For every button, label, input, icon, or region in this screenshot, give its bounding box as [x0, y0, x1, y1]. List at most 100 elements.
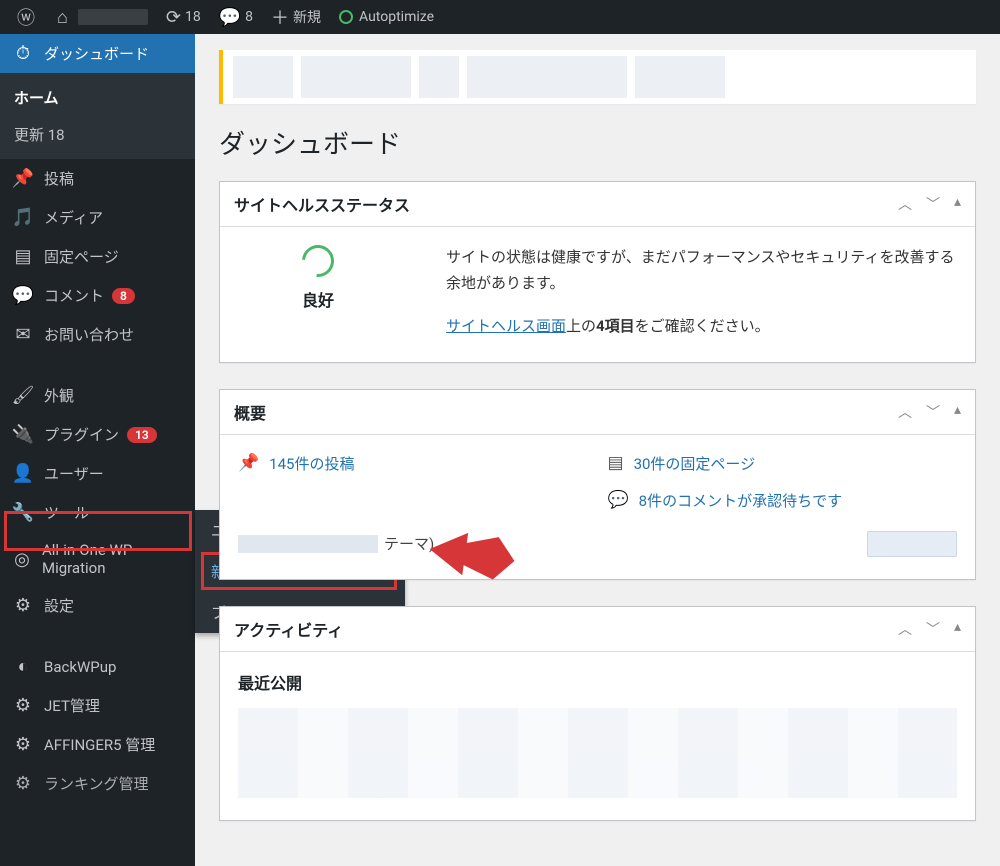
gear-icon: ⚙ — [12, 695, 34, 716]
health-desc2-after: をご確認ください。 — [635, 317, 770, 335]
overview-posts-label: 145件の投稿 — [269, 453, 354, 474]
backup-icon: ◐ — [12, 656, 34, 677]
site-health-link[interactable]: サイトヘルス画面 — [446, 317, 566, 335]
move-down-icon[interactable]: ﹀ — [926, 402, 940, 422]
submenu-home[interactable]: ホーム — [0, 79, 195, 116]
overview-theme-row: テーマ) — [238, 531, 957, 557]
wordpress-icon: ⓦ — [17, 4, 35, 30]
updates-badge: 18 — [48, 126, 65, 144]
menu-dashboard-label: ダッシュボード — [44, 43, 149, 64]
menu-media[interactable]: 🎵メディア — [0, 198, 195, 237]
gear-icon: ⚙ — [12, 773, 34, 794]
menu-backwpup-label: BackWPup — [44, 658, 116, 676]
submenu-updates[interactable]: 更新 18 — [0, 116, 195, 153]
move-down-icon[interactable]: ﹀ — [926, 194, 940, 214]
health-desc-text: サイトの状態は健康ですが、まだパフォーマンスやセキュリティを改善する余地がありま… — [446, 245, 957, 296]
menu-contact-label: お問い合わせ — [44, 324, 134, 345]
menu-contact[interactable]: ✉ お問い合わせ — [0, 315, 195, 354]
theme-name-redacted — [238, 535, 378, 553]
wrench-icon: 🔧 — [12, 502, 34, 523]
menu-appearance[interactable]: 🖌外観 — [0, 376, 195, 415]
menu-pages-label: 固定ページ — [44, 246, 119, 267]
panel-controls: ︿ ﹀ ▴ — [898, 402, 961, 422]
refresh-icon: ⟳ — [166, 7, 181, 28]
panel-controls: ︿ ﹀ ▴ — [898, 619, 961, 639]
comment-icon: 💬 — [12, 285, 34, 306]
autoptimize-item[interactable]: Autoptimize — [330, 0, 443, 34]
panel-title: 概要 — [234, 400, 266, 424]
toggle-icon[interactable]: ▴ — [954, 402, 961, 422]
media-icon: 🎵 — [12, 207, 34, 228]
user-icon: 👤 — [12, 463, 34, 484]
health-circle-icon — [295, 238, 340, 283]
notice-banner[interactable] — [219, 50, 976, 104]
comments-count: 8 — [245, 9, 253, 25]
dashboard-submenu: ホーム 更新 18 — [0, 73, 195, 159]
gauge-icon: ⏱ — [12, 43, 34, 64]
toggle-icon[interactable]: ▴ — [954, 194, 961, 214]
overview-posts[interactable]: 📌 145件の投稿 — [238, 453, 588, 474]
menu-tools[interactable]: 🔧ツール — [0, 493, 195, 532]
panel-activity: アクティビティ ︿ ﹀ ▴ 最近公開 — [219, 606, 976, 821]
panel-title: サイトヘルスステータス — [234, 192, 410, 216]
admin-sidebar: ⏱ ダッシュボード ホーム 更新 18 📌投稿 🎵メディア ▤固定ページ 💬 コメ… — [0, 34, 195, 866]
sliders-icon: ⚙ — [12, 595, 34, 616]
overview-pages[interactable]: ▤30件の固定ページ — [608, 453, 958, 474]
move-up-icon[interactable]: ︿ — [898, 402, 912, 422]
home-icon: ⌂ — [57, 7, 68, 28]
updates-count: 18 — [185, 9, 201, 25]
menu-settings[interactable]: ⚙設定 — [0, 586, 195, 625]
overview-comments-label: 8件のコメントが承認待ちです — [639, 490, 842, 511]
pin-icon: 📌 — [12, 168, 34, 189]
panel-body: 📌 145件の投稿 ▤30件の固定ページ 💬 8件のコメントが承認待ちです テーマ) — [220, 435, 975, 579]
wp-logo[interactable]: ⓦ — [8, 0, 48, 34]
menu-jet[interactable]: ⚙JET管理 — [0, 686, 195, 725]
overview-grid: 📌 145件の投稿 ▤30件の固定ページ 💬 8件のコメントが承認待ちです — [238, 453, 957, 511]
disc-icon: ◎ — [12, 549, 32, 570]
menu-posts[interactable]: 📌投稿 — [0, 159, 195, 198]
move-up-icon[interactable]: ︿ — [898, 194, 912, 214]
menu-backwpup[interactable]: ◐ BackWPup — [0, 647, 195, 686]
menu-pages[interactable]: ▤固定ページ — [0, 237, 195, 276]
comments-badge: 8 — [112, 288, 135, 304]
menu-users[interactable]: 👤 ユーザー — [0, 454, 195, 493]
new-content[interactable]: ＋新規 — [262, 0, 330, 34]
pin-icon: 📌 — [238, 453, 259, 473]
menu-dashboard[interactable]: ⏱ ダッシュボード — [0, 34, 195, 73]
menu-plugins-label: プラグイン — [44, 424, 119, 445]
health-desc2-bold: 4項目 — [596, 317, 635, 335]
menu-affinger[interactable]: ⚙AFFINGER5 管理 — [0, 725, 195, 764]
site-name-redacted — [78, 9, 148, 25]
move-down-icon[interactable]: ﹀ — [926, 619, 940, 639]
panel-head: 概要 ︿ ﹀ ▴ — [220, 390, 975, 435]
annotation-arrow — [427, 525, 517, 585]
page-icon: ▤ — [608, 453, 624, 473]
new-label: 新規 — [293, 7, 321, 27]
updates-indicator[interactable]: ⟳18 — [157, 0, 210, 34]
menu-plugins[interactable]: 🔌プラグイン13 — [0, 415, 195, 454]
toggle-icon[interactable]: ▴ — [954, 619, 961, 639]
activity-redacted — [238, 708, 957, 798]
overview-comments-pending[interactable]: 💬 8件のコメントが承認待ちです — [608, 490, 958, 511]
menu-comments-label: コメント — [44, 285, 104, 306]
health-status-label: 良好 — [302, 287, 334, 311]
health-desc2-before: 上の — [566, 317, 596, 335]
plug-icon: 🔌 — [12, 424, 34, 445]
menu-comments[interactable]: 💬 コメント 8 — [0, 276, 195, 315]
menu-aio-migration[interactable]: ◎ All-in-One WP Migration — [0, 532, 195, 586]
submenu-updates-label: 更新 — [14, 126, 44, 144]
panel-controls: ︿ ﹀ ▴ — [898, 194, 961, 214]
theme-button-redacted[interactable] — [867, 531, 957, 557]
move-up-icon[interactable]: ︿ — [898, 619, 912, 639]
mail-icon: ✉ — [12, 324, 34, 345]
menu-aio-label: All-in-One WP Migration — [42, 541, 185, 577]
comments-indicator[interactable]: 💬8 — [210, 0, 262, 34]
plus-icon: ＋ — [271, 4, 289, 30]
comments-icon: 💬 — [608, 490, 629, 510]
menu-affinger-label: AFFINGER5 管理 — [44, 734, 155, 755]
menu-ranking[interactable]: ⚙ランキング管理 — [0, 764, 195, 803]
autoptimize-label: Autoptimize — [359, 9, 434, 25]
menu-users-label: ユーザー — [44, 463, 104, 484]
site-home[interactable]: ⌂ — [48, 0, 157, 34]
panel-head: サイトヘルスステータス ︿ ﹀ ▴ — [220, 182, 975, 227]
